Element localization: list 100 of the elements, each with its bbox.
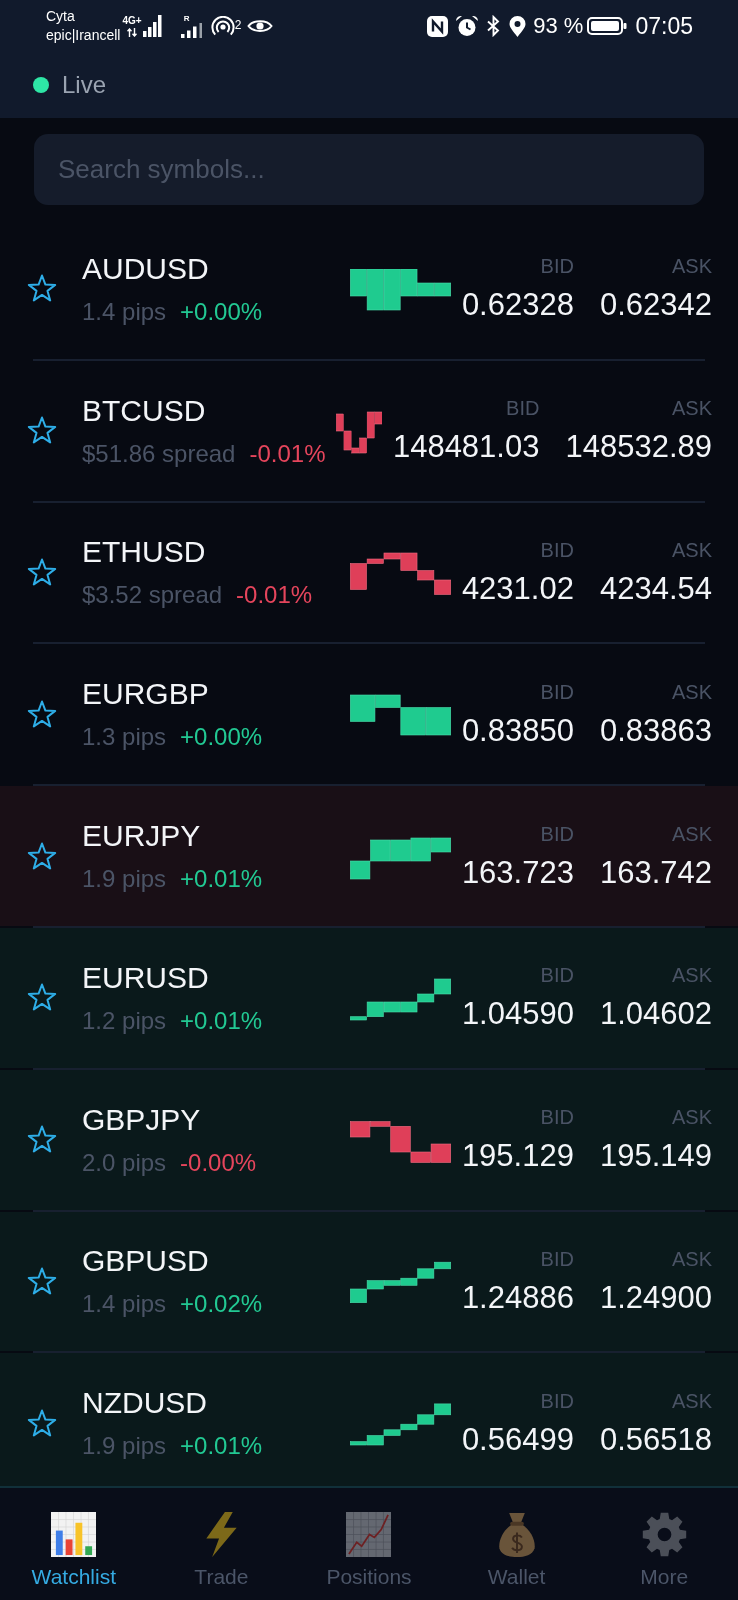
change-percent: +0.01%: [180, 1005, 263, 1036]
spread-text: 1.9 pips: [82, 1431, 167, 1462]
line-chart-icon: [346, 1512, 392, 1557]
network-type-label: 4G+: [122, 15, 142, 27]
spread-text: 1.3 pips: [82, 722, 167, 753]
watchlist-row[interactable]: GBPJPY 2.0 pips -0.00% BID 195.129 ASK 195.149: [0, 1069, 738, 1210]
symbol-name: ETHUSD: [82, 534, 207, 571]
ask-label: ASK: [671, 396, 712, 421]
bid-price: 4231.02: [461, 571, 574, 607]
symbol-name: AUDUSD: [82, 250, 210, 287]
change-percent: -0.00%: [180, 1147, 257, 1178]
data-arrows-icon: [127, 28, 138, 37]
change-percent: -0.01%: [249, 438, 326, 469]
nfc-icon: [427, 15, 449, 37]
star-icon[interactable]: [27, 1266, 57, 1296]
carrier-name: Cyta: [46, 7, 76, 26]
money-bag-icon: [497, 1512, 536, 1557]
star-icon[interactable]: [27, 1408, 57, 1438]
spread-text: $3.52 spread: [82, 580, 223, 611]
bid-label: BID: [540, 1388, 574, 1413]
watchlist-row[interactable]: GBPUSD 1.4 pips +0.02% BID 1.24886 ASK 1.24900: [0, 1211, 738, 1352]
symbol-name: BTCUSD: [82, 392, 207, 429]
ask-label: ASK: [671, 1388, 712, 1413]
star-icon[interactable]: [27, 274, 57, 304]
spread-text: 2.0 pips: [82, 1147, 167, 1178]
bid-price: 195.129: [461, 1138, 574, 1175]
symbol-name: EURGBP: [82, 676, 210, 713]
change-percent: +0.01%: [180, 864, 263, 895]
signal-bars-icon: [180, 22, 203, 38]
bar-chart-icon: [51, 1512, 97, 1557]
bid-label: BID: [540, 1246, 574, 1271]
change-percent: +0.01%: [180, 1431, 263, 1462]
hotspot-count: 2: [234, 19, 242, 31]
ask-label: ASK: [671, 254, 712, 279]
spread-text: 1.4 pips: [82, 296, 167, 327]
carrier-name: epic|Irancell: [46, 26, 121, 45]
ask-price: 1.24900: [599, 1279, 712, 1316]
roaming-label: R: [183, 14, 190, 23]
ask-price: 148532.89: [565, 429, 712, 466]
clock: 07:05: [635, 13, 693, 39]
spread-text: $51.86 spread: [82, 438, 236, 469]
ask-label: ASK: [671, 1246, 712, 1271]
battery-icon: [587, 17, 628, 35]
ask-price: 163.742: [599, 854, 712, 891]
change-percent: +0.00%: [180, 296, 263, 327]
change-percent: -0.01%: [236, 580, 313, 611]
ask-price: 4234.54: [599, 571, 712, 607]
spread-text: 1.9 pips: [82, 864, 167, 895]
symbol-name: EURUSD: [82, 959, 210, 996]
change-percent: +0.02%: [180, 1289, 263, 1320]
location-pin-icon: [509, 15, 527, 37]
ask-price: 0.83863: [599, 712, 712, 749]
star-icon[interactable]: [27, 416, 57, 446]
bid-label: BID: [540, 963, 574, 988]
ask-price: 0.56518: [599, 1421, 712, 1458]
ask-price: 1.04602: [599, 996, 712, 1033]
symbol-name: GBPUSD: [82, 1243, 210, 1280]
ask-price: 0.62342: [599, 287, 712, 324]
hotspot-icon: [210, 16, 235, 36]
symbol-name: NZDUSD: [82, 1385, 208, 1422]
star-icon[interactable]: [27, 699, 57, 729]
alarm-icon: [455, 15, 480, 37]
change-percent: +0.00%: [180, 722, 263, 753]
bid-price: 163.723: [461, 854, 574, 891]
bid-price: 148481.03: [392, 429, 540, 466]
symbol-name: EURJPY: [82, 818, 202, 855]
star-icon[interactable]: [27, 983, 57, 1013]
ask-label: ASK: [671, 963, 712, 988]
star-icon[interactable]: [27, 1125, 57, 1155]
watchlist-row[interactable]: EURUSD 1.2 pips +0.01% BID 1.04590 ASK 1.04602: [0, 928, 738, 1068]
ask-label: ASK: [671, 821, 712, 846]
bid-label: BID: [540, 538, 574, 562]
symbol-name: GBPJPY: [82, 1101, 202, 1138]
star-icon[interactable]: [27, 558, 57, 587]
spread-text: 1.4 pips: [82, 1289, 167, 1320]
bid-price: 1.04590: [461, 996, 574, 1033]
nav-tab[interactable]: Watchlist: [0, 1488, 148, 1600]
settings-icon: [641, 1512, 687, 1557]
bid-price: 0.62328: [461, 287, 574, 324]
bid-label: BID: [540, 679, 574, 704]
lightning-icon: [204, 1512, 239, 1557]
bid-label: BID: [540, 254, 574, 279]
bid-label: BID: [540, 1105, 574, 1130]
connection-status: Live: [62, 71, 107, 99]
bid-label: BID: [540, 821, 574, 846]
bid-price: 0.83850: [461, 712, 574, 749]
star-icon[interactable]: [27, 841, 57, 871]
watchlist-row[interactable]: NZDUSD 1.9 pips +0.01% BID 0.56499 ASK 0.56518: [0, 1353, 738, 1486]
eye-icon: [247, 18, 274, 34]
battery-percent: 93 %: [533, 13, 584, 39]
ask-label: ASK: [671, 679, 712, 704]
watchlist-row[interactable]: EURJPY 1.9 pips +0.01% BID 163.723 ASK 163.742: [0, 786, 738, 926]
spread-text: 1.2 pips: [82, 1005, 167, 1036]
bid-price: 0.56499: [461, 1421, 574, 1458]
bid-label: BID: [506, 396, 540, 421]
bid-price: 1.24886: [461, 1279, 574, 1316]
search-field[interactable]: Search symbols...: [34, 134, 704, 205]
ask-price: 195.149: [599, 1138, 712, 1175]
ask-label: ASK: [671, 538, 712, 562]
ask-label: ASK: [671, 1105, 712, 1130]
